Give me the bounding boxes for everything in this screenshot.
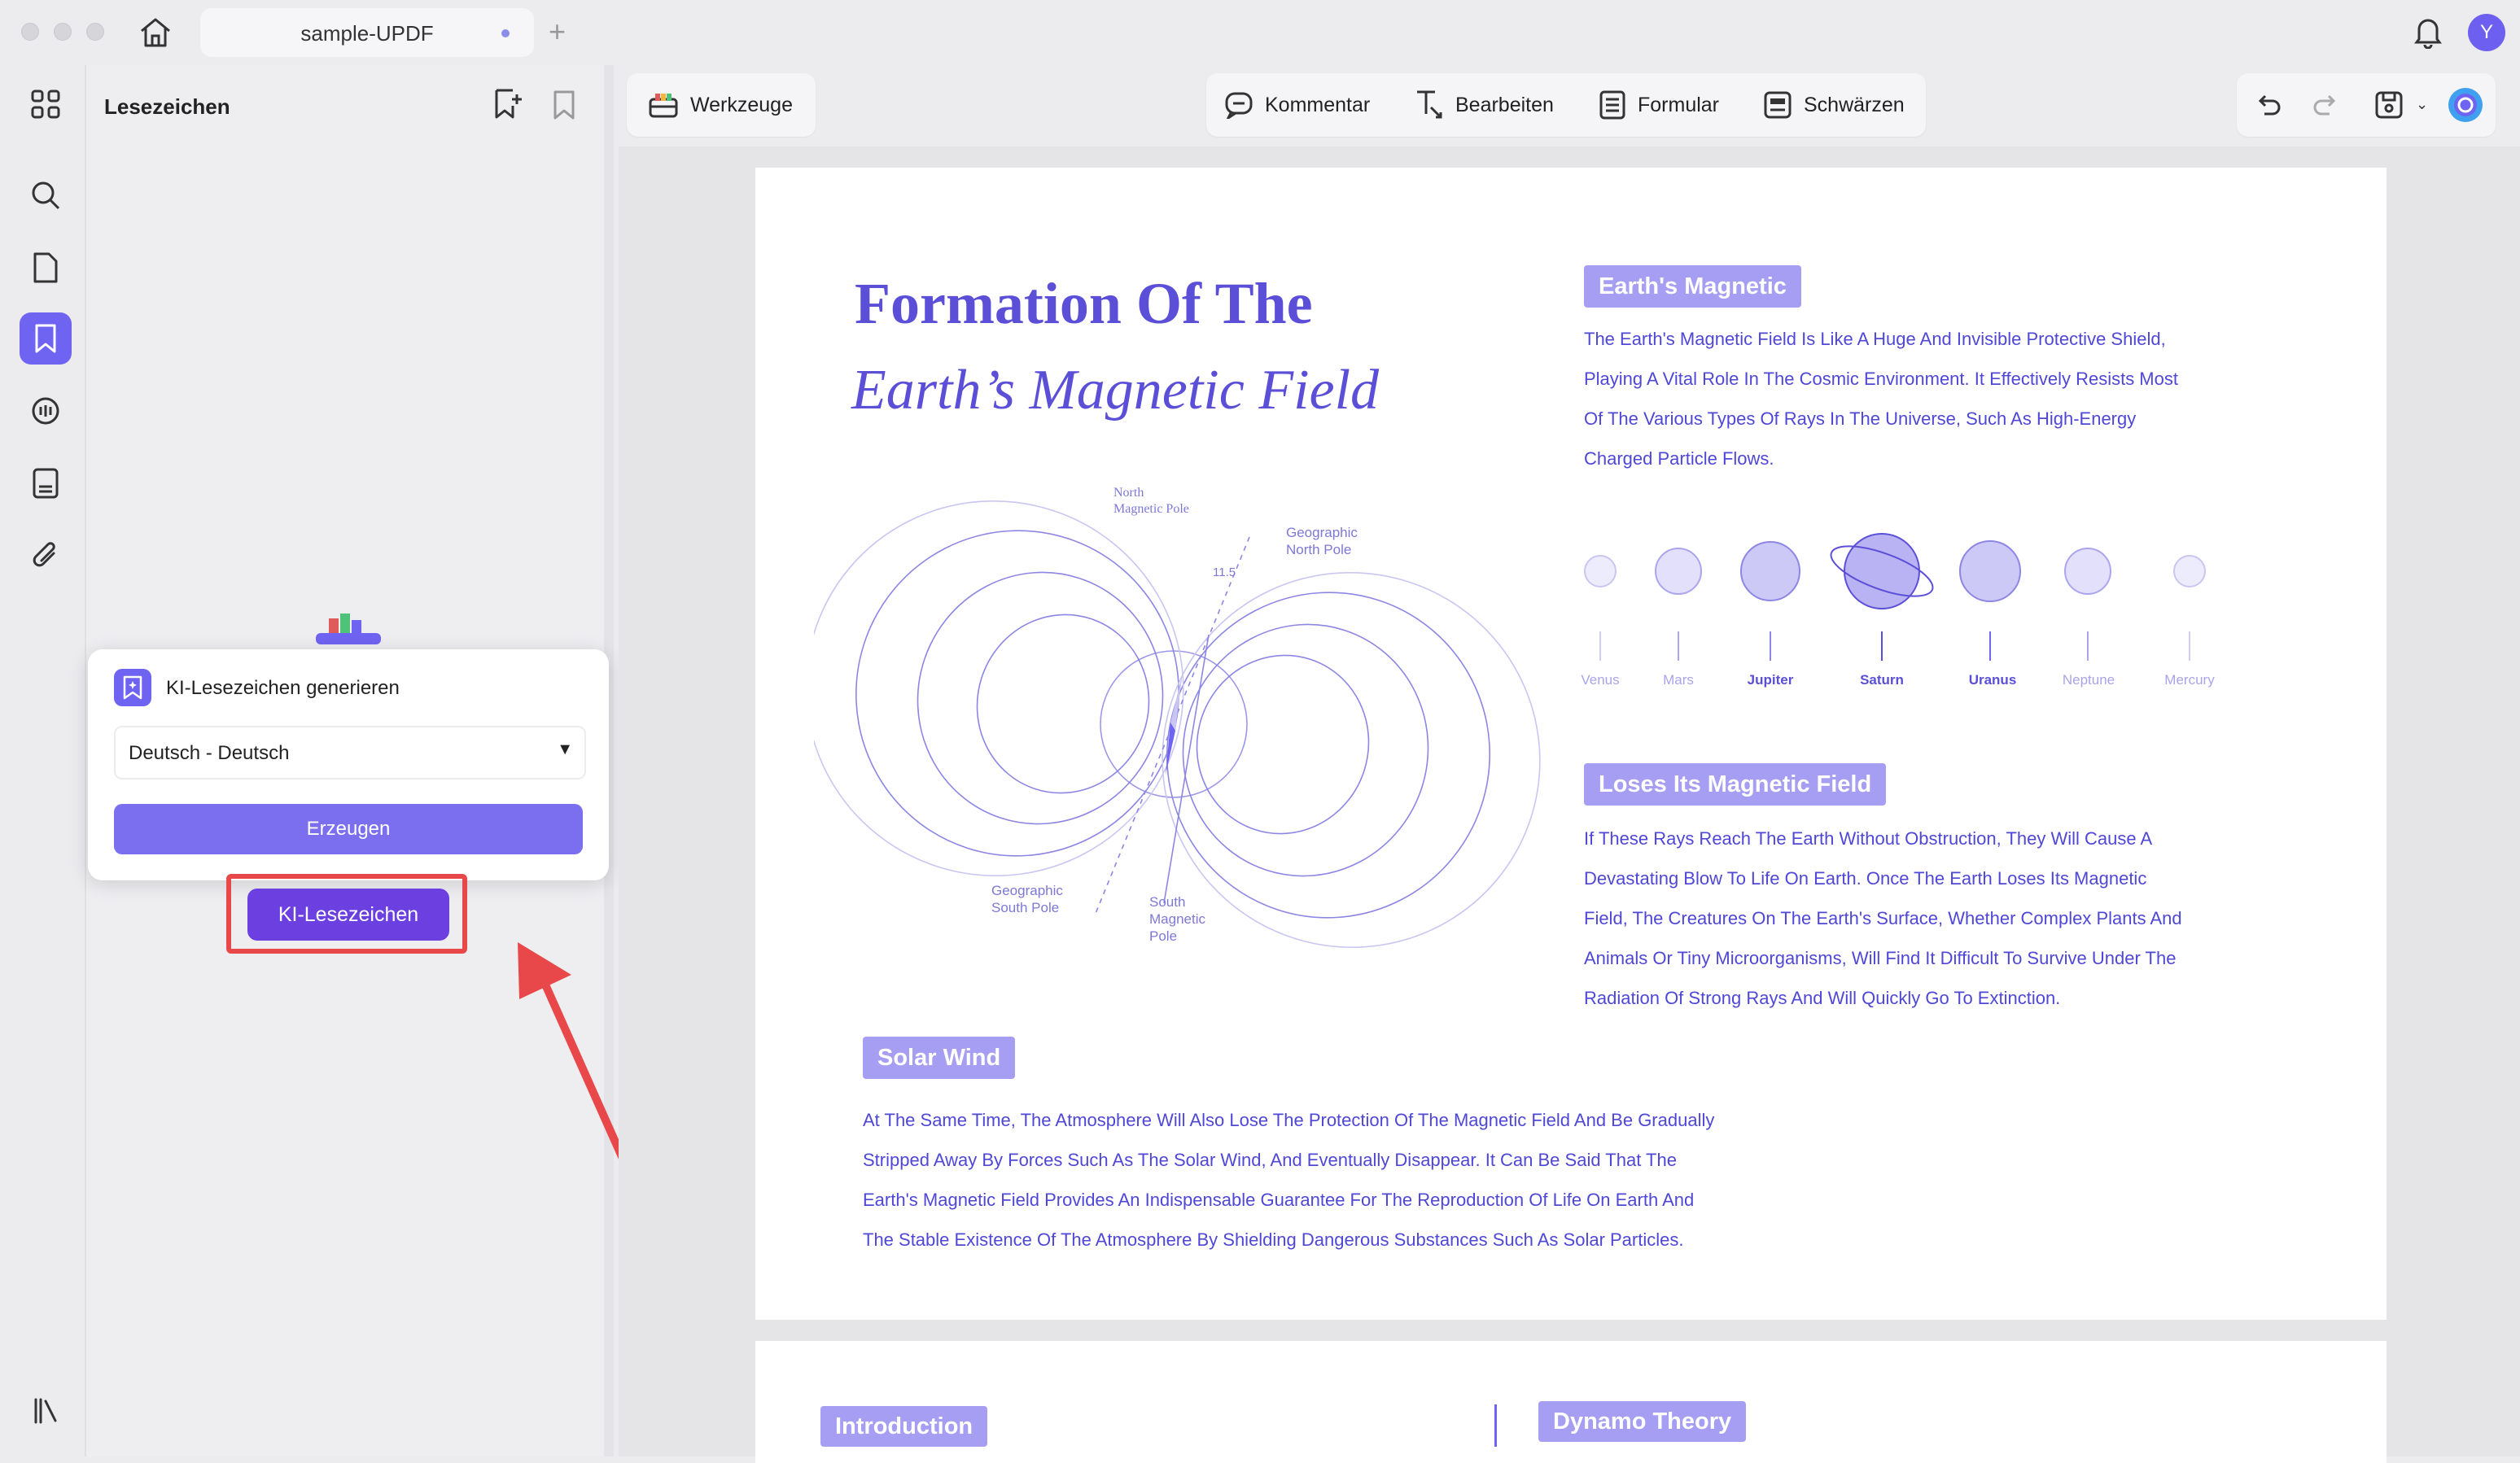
generate-button[interactable]: Erzeugen: [114, 804, 583, 854]
geographic-south-pole-label: Geographic: [991, 883, 1063, 898]
tools-label: Werkzeuge: [690, 93, 793, 116]
edit-label: Bearbeiten: [1455, 93, 1554, 116]
bell-icon[interactable]: [2414, 16, 2442, 53]
planet-ticks: [1599, 631, 2190, 661]
layers-icon[interactable]: [20, 1385, 72, 1437]
planet-label-saturn: Saturn: [1860, 672, 1904, 688]
language-select-value: Deutsch - Deutsch: [129, 742, 290, 764]
ai-assistant-icon[interactable]: [2447, 86, 2484, 128]
section-tag-loses-magnetic-field: Loses Its Magnetic Field: [1584, 763, 1887, 806]
comments-list-icon[interactable]: [20, 386, 72, 438]
comment-mode-button[interactable]: Kommentar: [1224, 73, 1370, 137]
form-icon: [1599, 90, 1625, 120]
window-minimize-button[interactable]: [54, 23, 72, 41]
earths-magnetic-paragraph: The Earth's Magnetic Field Is Like A Hug…: [1584, 329, 2178, 469]
thumbnails-grid-icon[interactable]: [20, 78, 72, 130]
section-tag-dynamo-theory: Dynamo Theory: [1538, 1401, 1747, 1442]
column-divider: [1494, 1404, 1497, 1447]
doc-title-line1: Formation Of The: [855, 271, 1313, 336]
ai-bookmarks-button[interactable]: KI-Lesezeichen: [247, 889, 449, 941]
planet-label-uranus: Uranus: [1968, 672, 2017, 688]
form-label: Formular: [1638, 93, 1720, 116]
paperclip-icon[interactable]: [20, 529, 72, 581]
section-tag-solar-wind: Solar Wind: [863, 1037, 1016, 1079]
planets-illustration: [1584, 533, 2206, 609]
svg-text:South Pole: South Pole: [991, 900, 1059, 915]
new-tab-plus-icon[interactable]: +: [549, 15, 566, 49]
tools-button[interactable]: Werkzeuge: [648, 73, 793, 137]
planet-label-mars: Mars: [1663, 672, 1694, 688]
comment-label: Kommentar: [1265, 93, 1371, 116]
south-magnetic-pole-label: South: [1149, 894, 1185, 910]
panel-title: Lesezeichen: [104, 94, 230, 119]
search-icon[interactable]: [20, 169, 72, 221]
angle-label: 11.5: [1213, 566, 1236, 579]
section-tag-introduction: Introduction: [820, 1406, 988, 1447]
undo-icon[interactable]: [2253, 90, 2284, 124]
svg-text:Magnetic: Magnetic: [1149, 911, 1205, 927]
redact-icon: [1764, 91, 1792, 119]
chevron-down-icon[interactable]: ⌄: [2416, 96, 2428, 113]
window-zoom-button[interactable]: [86, 23, 104, 41]
loses-magnetic-field-paragraph: If These Rays Reach The Earth Without Ob…: [1584, 828, 2182, 1008]
document-properties-icon[interactable]: [20, 457, 72, 509]
ai-bookmark-icon: [114, 669, 151, 706]
home-icon[interactable]: [138, 16, 173, 53]
caret-down-icon: ▼: [557, 740, 573, 758]
ai-bookmark-popup: KI-Lesezeichen generieren Deutsch - Deut…: [88, 649, 609, 880]
save-icon[interactable]: [2373, 90, 2404, 124]
svg-text:North Pole: North Pole: [1286, 542, 1351, 557]
comment-icon: [1225, 92, 1253, 119]
planet-label-mercury: Mercury: [2164, 672, 2215, 688]
document-tab[interactable]: sample-UPDF: [200, 8, 534, 57]
doc-title-line2: Earth’s Magnetic Field: [851, 359, 1380, 421]
redact-label: Schwärzen: [1804, 93, 1905, 116]
magnetic-field-diagram: North Magnetic Pole Geographic North Pol…: [814, 486, 1541, 948]
geographic-north-pole-label: Geographic: [1286, 525, 1358, 540]
svg-text:Magnetic Pole: Magnetic Pole: [1113, 502, 1189, 516]
planet-label-neptune: Neptune: [2062, 672, 2115, 688]
redo-icon[interactable]: [2310, 90, 2341, 124]
title-bar: sample-UPDF + Y: [0, 0, 2520, 65]
edit-text-icon: [1417, 90, 1442, 119]
tools-toolbar-group: Werkzeuge: [627, 73, 816, 137]
history-toolbar-group: ⌄: [2237, 73, 2496, 137]
section-tag-earths-magnetic: Earth's Magnetic: [1584, 265, 1801, 308]
popup-title: KI-Lesezeichen generieren: [166, 677, 400, 699]
add-bookmark-icon[interactable]: [493, 88, 524, 124]
pages-icon[interactable]: [20, 242, 72, 294]
bookmarks-rail-button[interactable]: [20, 312, 72, 365]
solar-wind-paragraph: At The Same Time, The Atmosphere Will Al…: [863, 1110, 1715, 1250]
svg-text:Pole: Pole: [1149, 928, 1177, 944]
mode-toolbar-group: Kommentar Bearbeiten Formular Schwärzen: [1206, 73, 1926, 137]
empty-state-illustration: [300, 612, 397, 649]
window-close-button[interactable]: [21, 23, 39, 41]
planet-label-jupiter: Jupiter: [1747, 672, 1794, 688]
unsaved-dot-icon: [501, 29, 510, 37]
language-select[interactable]: Deutsch - Deutsch ▼: [114, 726, 586, 780]
edit-mode-button[interactable]: Bearbeiten: [1415, 73, 1554, 137]
user-avatar[interactable]: Y: [2468, 14, 2505, 51]
planet-label-venus: Venus: [1581, 672, 1620, 688]
toolbox-icon: [649, 94, 678, 118]
form-mode-button[interactable]: Formular: [1599, 73, 1719, 137]
bookmark-options-icon[interactable]: [552, 90, 576, 124]
bookmark-icon: [35, 324, 56, 353]
redact-mode-button[interactable]: Schwärzen: [1763, 73, 1905, 137]
document-tab-title: sample-UPDF: [300, 21, 434, 46]
north-magnetic-pole-label: North: [1113, 486, 1144, 500]
